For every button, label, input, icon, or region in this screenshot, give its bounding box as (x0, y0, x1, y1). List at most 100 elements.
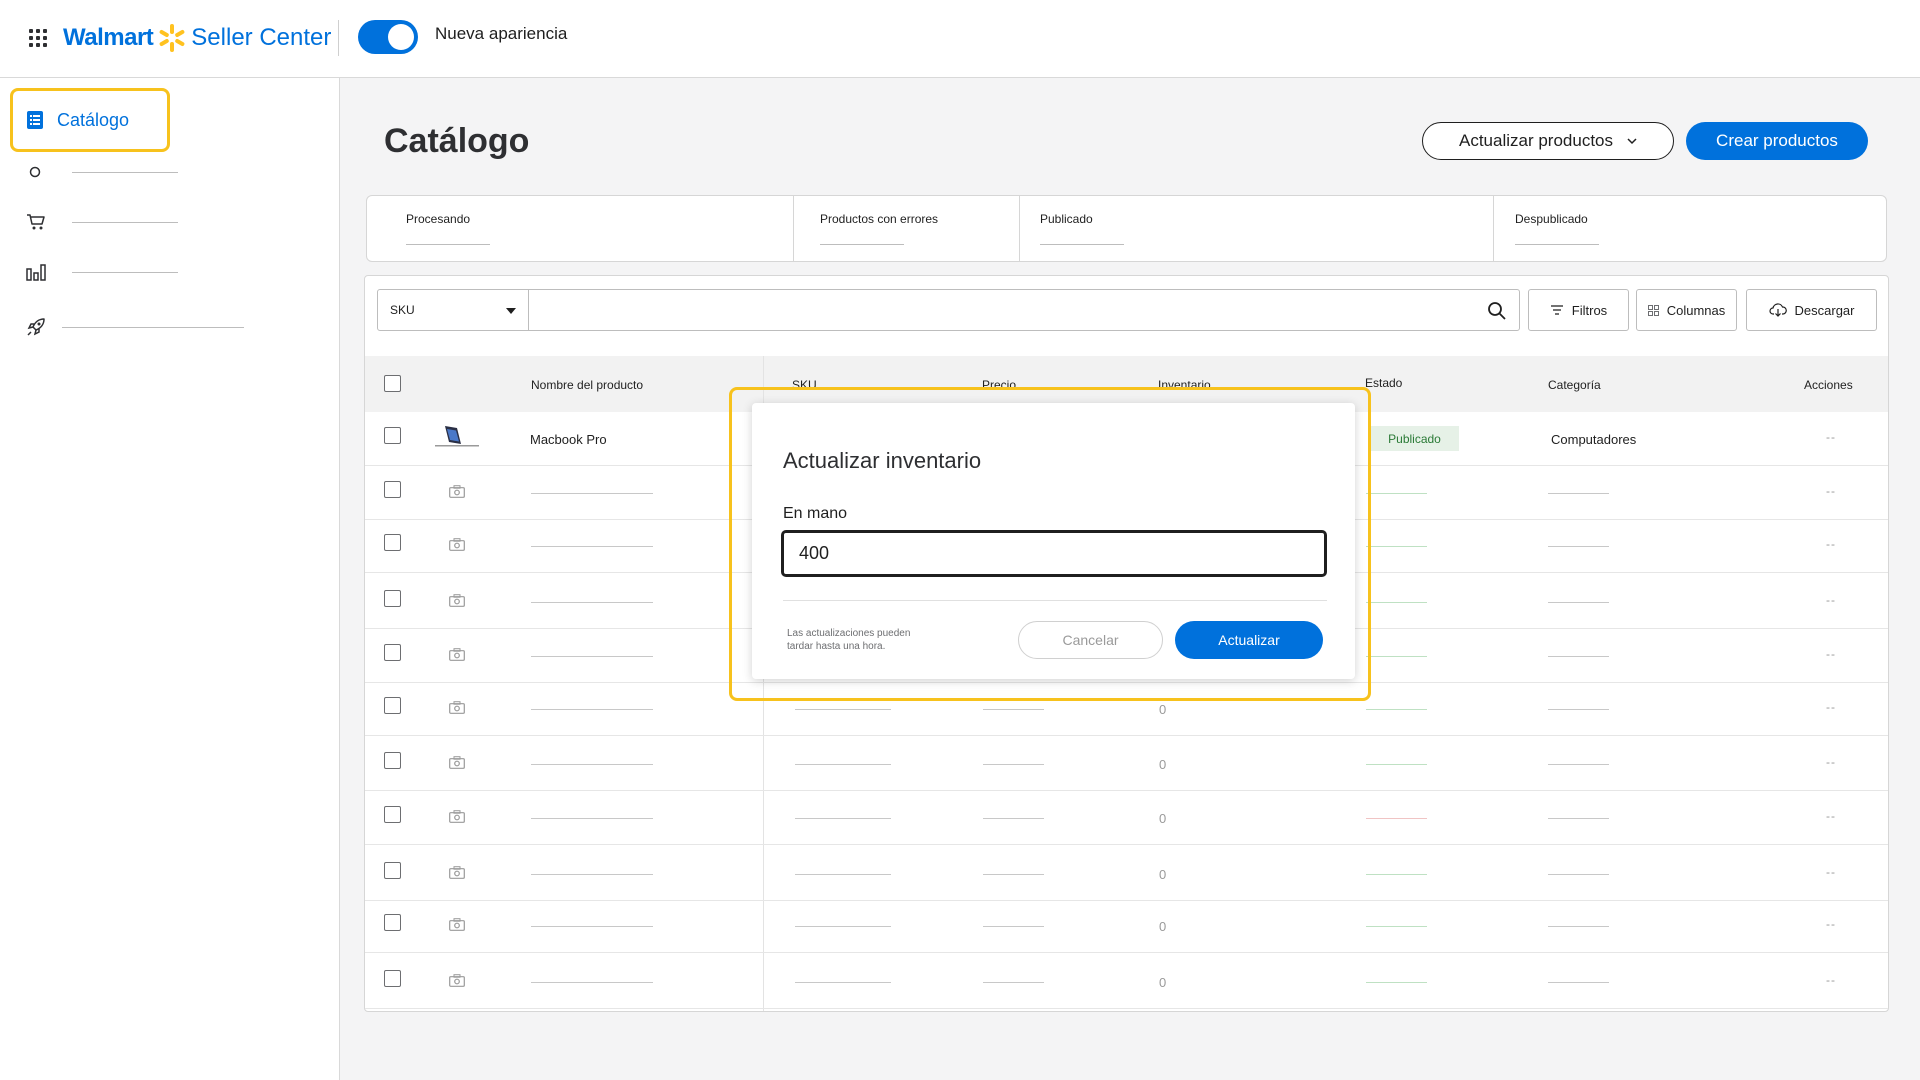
row-checkbox[interactable] (384, 752, 401, 769)
search-icon[interactable] (1487, 301, 1507, 321)
columns-button[interactable]: Columnas (1636, 289, 1737, 331)
row-actions[interactable]: -- (1826, 865, 1836, 879)
caret-down-icon (506, 308, 516, 314)
sidebar-item-5[interactable] (26, 317, 244, 337)
status-placeholder (1366, 546, 1427, 547)
sku-placeholder (795, 874, 891, 875)
inventory-value[interactable]: 0 (1159, 867, 1166, 882)
row-checkbox[interactable] (384, 644, 401, 661)
col-header-category[interactable]: Categoría (1548, 378, 1601, 392)
modal-title: Actualizar inventario (783, 448, 982, 473)
row-checkbox[interactable] (384, 534, 401, 551)
product-name-placeholder (531, 493, 653, 494)
row-checkbox[interactable] (384, 697, 401, 714)
row-actions[interactable]: -- (1826, 537, 1836, 551)
product-name[interactable]: Macbook Pro (530, 432, 607, 447)
category-placeholder (1548, 874, 1609, 875)
table-row[interactable]: -- 0 (365, 847, 1888, 901)
status-badge: Publicado (1370, 426, 1459, 451)
walmart-seller-center-logo[interactable]: Walmart Seller Center (63, 20, 331, 56)
inventory-value[interactable]: 0 (1159, 757, 1166, 772)
row-actions[interactable]: -- (1826, 973, 1836, 987)
update-inventory-modal: Actualizar inventario En mano Las actual… (752, 403, 1355, 679)
download-button[interactable]: Descargar (1746, 289, 1877, 331)
product-name-placeholder (531, 818, 653, 819)
row-actions[interactable]: -- (1826, 430, 1836, 444)
sidebar-item-placeholder (72, 221, 178, 223)
sidebar-item-3[interactable] (26, 213, 178, 231)
on-hand-input[interactable] (781, 530, 1327, 577)
on-hand-label: En mano (783, 505, 848, 522)
table-row[interactable]: -- 0 (365, 737, 1888, 791)
row-checkbox[interactable] (384, 914, 401, 931)
table-row[interactable]: -- 0 (365, 899, 1888, 953)
search-input[interactable] (528, 289, 1520, 331)
inventory-value[interactable]: 0 (1159, 975, 1166, 990)
row-actions[interactable]: -- (1826, 593, 1836, 607)
row-actions[interactable]: -- (1826, 755, 1836, 769)
image-placeholder-icon (449, 918, 465, 931)
row-checkbox[interactable] (384, 481, 401, 498)
header-divider (338, 20, 339, 56)
update-button[interactable]: Actualizar (1175, 621, 1323, 659)
table-row[interactable]: -- 0 (365, 791, 1888, 845)
sidebar-item-2[interactable] (26, 163, 178, 181)
col-header-name[interactable]: Nombre del producto (531, 378, 643, 392)
row-checkbox[interactable] (384, 970, 401, 987)
cart-icon (27, 214, 45, 230)
price-placeholder (983, 874, 1044, 875)
product-name-placeholder (531, 764, 653, 765)
status-tab-processing[interactable]: Procesando (367, 196, 794, 261)
category-placeholder (1548, 764, 1609, 765)
sku-placeholder (795, 709, 891, 710)
inventory-value[interactable]: 0 (1159, 702, 1166, 717)
sidebar-item-catalog[interactable]: Catálogo (10, 88, 170, 152)
row-actions[interactable]: -- (1826, 647, 1836, 661)
row-actions[interactable]: -- (1826, 700, 1836, 714)
status-placeholder (1366, 764, 1427, 765)
price-placeholder (983, 709, 1044, 710)
row-checkbox[interactable] (384, 806, 401, 823)
row-checkbox[interactable] (384, 590, 401, 607)
status-tab-published[interactable]: Publicado (1020, 196, 1494, 261)
status-count-placeholder (1040, 244, 1124, 245)
sidebar-item-placeholder (72, 271, 178, 273)
row-checkbox[interactable] (384, 862, 401, 879)
cancel-button[interactable]: Cancelar (1018, 621, 1163, 659)
table-row[interactable]: -- 0 (365, 955, 1888, 1009)
inventory-value[interactable]: 0 (1159, 919, 1166, 934)
product-name-placeholder (531, 546, 653, 547)
new-appearance-toggle[interactable] (358, 20, 418, 54)
product-name-placeholder (531, 602, 653, 603)
row-actions[interactable]: -- (1826, 484, 1836, 498)
search-by-select[interactable]: SKU (377, 289, 529, 331)
app-grid-icon[interactable] (29, 29, 47, 47)
page-title: Catálogo (384, 122, 530, 160)
inventory-value[interactable]: 0 (1159, 811, 1166, 826)
col-header-status[interactable]: Estado (1365, 376, 1402, 390)
status-tab-label: Despublicado (1515, 212, 1588, 226)
row-checkbox[interactable] (384, 427, 401, 444)
category-placeholder (1548, 493, 1609, 494)
row-actions[interactable]: -- (1826, 809, 1836, 823)
image-placeholder-icon (449, 974, 465, 987)
update-products-label: Actualizar productos (1458, 131, 1614, 150)
price-placeholder (983, 982, 1044, 983)
table-toolbar: SKU Filtros Columnas Descargar (365, 276, 1888, 356)
search-by-value: SKU (390, 303, 415, 317)
row-actions[interactable]: -- (1826, 917, 1836, 931)
sidebar-item-4[interactable] (26, 263, 178, 281)
status-tab-unpublished[interactable]: Despublicado (1494, 196, 1886, 261)
status-placeholder (1366, 709, 1427, 710)
image-placeholder-icon (449, 756, 465, 769)
filters-button[interactable]: Filtros (1528, 289, 1629, 331)
status-placeholder (1366, 926, 1427, 927)
select-all-checkbox[interactable] (384, 375, 401, 392)
cloud-download-icon (1768, 303, 1787, 317)
sku-placeholder (795, 926, 891, 927)
create-products-button[interactable]: Crear productos (1686, 122, 1868, 160)
status-tab-errors[interactable]: Productos con errores (794, 196, 1020, 261)
modal-note: Las actualizaciones pueden tardar hasta … (787, 628, 911, 652)
sku-placeholder (795, 982, 891, 983)
update-products-dropdown[interactable]: Actualizar productos (1422, 122, 1674, 160)
